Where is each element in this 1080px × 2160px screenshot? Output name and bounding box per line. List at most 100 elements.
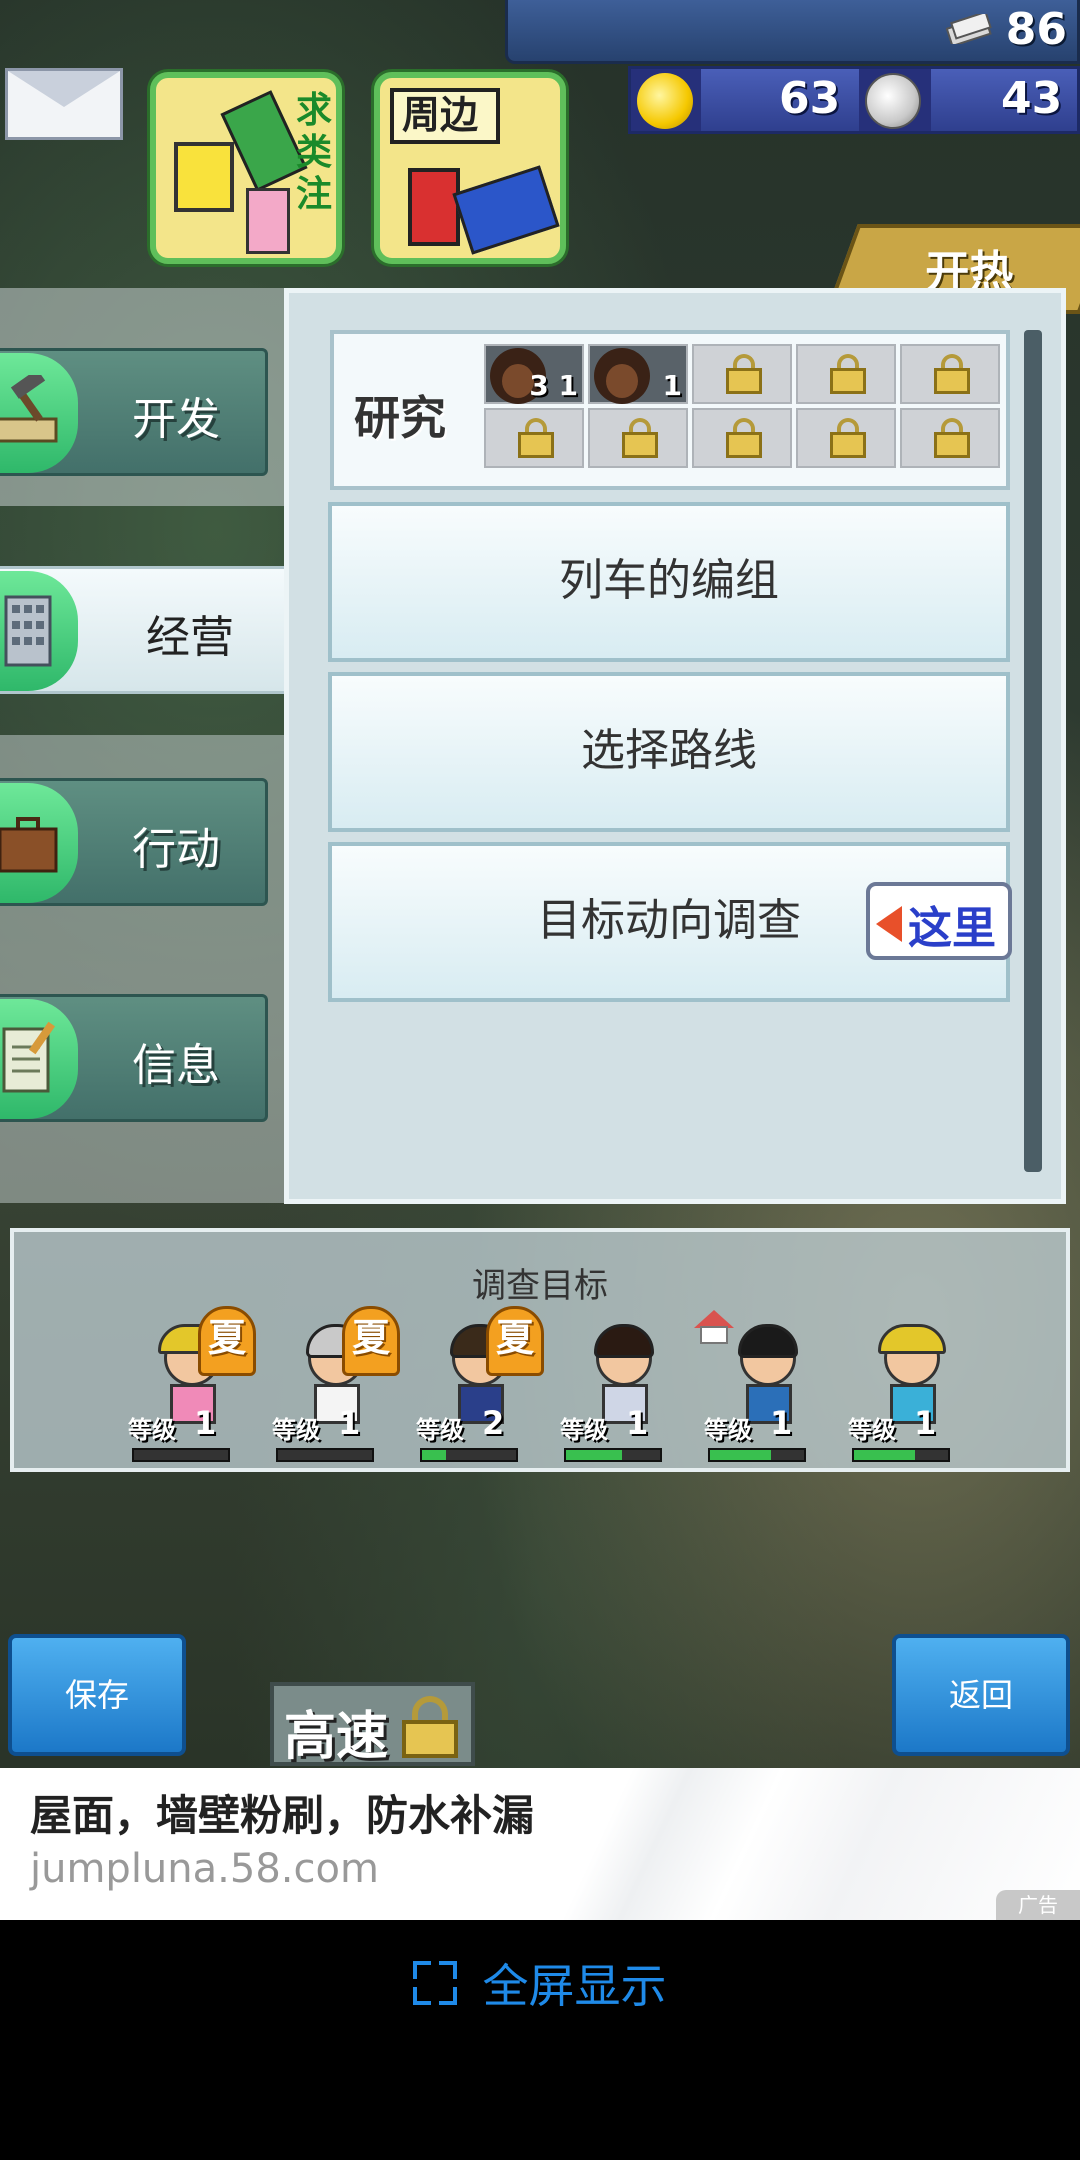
shop-sign: 周边	[390, 88, 500, 144]
lock-icon	[622, 418, 658, 458]
progress-bar	[132, 1448, 230, 1462]
save-button[interactable]: 保存	[8, 1634, 186, 1756]
level-label: 等级	[560, 1416, 608, 1444]
level-value: 1	[626, 1404, 649, 1442]
shop-button-1[interactable]: 求类注	[150, 72, 342, 264]
research-slot-locked[interactable]	[900, 344, 1000, 404]
level-label: 等级	[128, 1416, 176, 1444]
here-badge-label: 这里	[908, 903, 996, 954]
research-slot-staff[interactable]: 1	[588, 344, 688, 404]
expand-icon	[413, 1961, 458, 2005]
level-value: 1	[194, 1404, 217, 1442]
research-slot-locked[interactable]	[588, 408, 688, 468]
level-value: 2	[482, 1404, 505, 1442]
money-value: 86	[1005, 4, 1067, 55]
house-icon	[694, 1310, 734, 1346]
fullscreen-label: 全屏显示	[482, 1959, 667, 2013]
menu-item-manage[interactable]: 经营	[0, 566, 300, 694]
level-value: 1	[338, 1404, 361, 1442]
level-value: 1	[770, 1404, 793, 1442]
clipboard-icon	[2, 1021, 56, 1093]
progress-bar	[564, 1448, 662, 1462]
lock-icon	[934, 354, 970, 394]
ad-tag: 广告	[996, 1890, 1080, 1920]
menu-item-action[interactable]: 行动	[0, 778, 268, 906]
survey-title: 调查目标	[472, 1266, 608, 1306]
high-speed-label: 高速	[284, 1707, 389, 1767]
survey-target-character[interactable]: 等级 1	[848, 1318, 978, 1468]
progress-bar	[708, 1448, 806, 1462]
lock-icon	[934, 418, 970, 458]
building-icon	[4, 595, 52, 667]
money-icon	[946, 14, 992, 44]
goods-icon	[452, 165, 560, 255]
progress-bar	[276, 1448, 374, 1462]
train-formation-button[interactable]: 列车的编组	[328, 502, 1010, 662]
lock-icon	[402, 1696, 458, 1758]
character-hair	[878, 1324, 946, 1354]
research-slot-locked[interactable]	[796, 408, 896, 468]
fullscreen-button[interactable]: 全屏显示	[0, 1950, 1080, 2013]
menu-label-info: 信息	[132, 1040, 220, 1091]
shop-button-2-label: 周边	[402, 93, 479, 137]
resource-bar: 63 43	[628, 66, 1080, 134]
panel-scrollbar[interactable]	[1024, 330, 1042, 1172]
menu-item-develop[interactable]: 开发	[0, 348, 268, 476]
select-route-button[interactable]: 选择路线	[328, 672, 1010, 832]
menu-label-develop: 开发	[132, 394, 220, 445]
back-button[interactable]: 返回	[892, 1634, 1070, 1756]
level-label: 等级	[848, 1416, 896, 1444]
research-label: 研究	[354, 391, 446, 445]
menu-item-info[interactable]: 信息	[0, 994, 268, 1122]
mascot-icon	[408, 168, 460, 246]
research-box[interactable]: 研究 3 1 1	[330, 330, 1010, 490]
staff-portrait	[594, 348, 650, 404]
character-hair	[738, 1324, 798, 1358]
level-label: 等级	[416, 1416, 464, 1444]
high-speed-button[interactable]: 高速	[270, 1682, 475, 1767]
level-label: 等级	[272, 1416, 320, 1444]
character-hair	[594, 1324, 654, 1358]
game-screen: 86 63 43 求类注 周边 开热 开发 经营 行动 信息 研究 3 1 1 …	[0, 0, 1080, 1768]
summer-flame-icon: 夏	[198, 1306, 256, 1376]
mascot-icon	[174, 142, 234, 212]
briefcase-icon	[0, 817, 58, 873]
idea-bulb-icon	[637, 73, 693, 129]
coin-icon	[865, 73, 921, 129]
research-slot-locked[interactable]	[692, 408, 792, 468]
research-slot-locked[interactable]	[900, 408, 1000, 468]
lock-icon	[726, 418, 762, 458]
idea-points-value: 63	[779, 73, 841, 124]
shop-button-2[interactable]: 周边	[374, 72, 566, 264]
ad-title: 屋面，墙壁粉刷，防水补漏	[30, 1791, 535, 1840]
survey-target-character[interactable]: 等级 1	[560, 1318, 690, 1468]
lock-icon	[726, 354, 762, 394]
staff-count: 3 1	[529, 369, 578, 402]
pointer-arrow-icon	[876, 906, 902, 942]
research-slot-locked[interactable]	[692, 344, 792, 404]
lock-icon	[830, 354, 866, 394]
staff-count: 1	[662, 369, 682, 402]
shop-button-1-label: 求类注	[296, 90, 333, 215]
research-slot-staff[interactable]: 3 1	[484, 344, 584, 404]
money-bar: 86	[505, 0, 1080, 64]
progress-bar	[420, 1448, 518, 1462]
menu-label-action: 行动	[132, 824, 220, 875]
level-label: 等级	[704, 1416, 752, 1444]
research-slot-locked[interactable]	[484, 408, 584, 468]
here-pointer-badge[interactable]: 这里	[866, 882, 1012, 960]
menu-label-manage: 经营	[146, 612, 234, 663]
ad-banner[interactable]: 屋面，墙壁粉刷，防水补漏 jumpluna.58.com 广告	[0, 1768, 1080, 1920]
summer-flame-icon: 夏	[342, 1306, 400, 1376]
research-slot-locked[interactable]	[796, 344, 896, 404]
mail-icon[interactable]	[5, 68, 123, 140]
lock-icon	[518, 418, 554, 458]
coin-value: 43	[1001, 73, 1063, 124]
progress-bar	[852, 1448, 950, 1462]
ad-url: jumpluna.58.com	[30, 1846, 379, 1892]
lock-icon	[830, 418, 866, 458]
hammer-icon	[0, 375, 58, 443]
summer-flame-icon: 夏	[486, 1306, 544, 1376]
figure-icon	[246, 188, 290, 254]
level-value: 1	[914, 1404, 937, 1442]
